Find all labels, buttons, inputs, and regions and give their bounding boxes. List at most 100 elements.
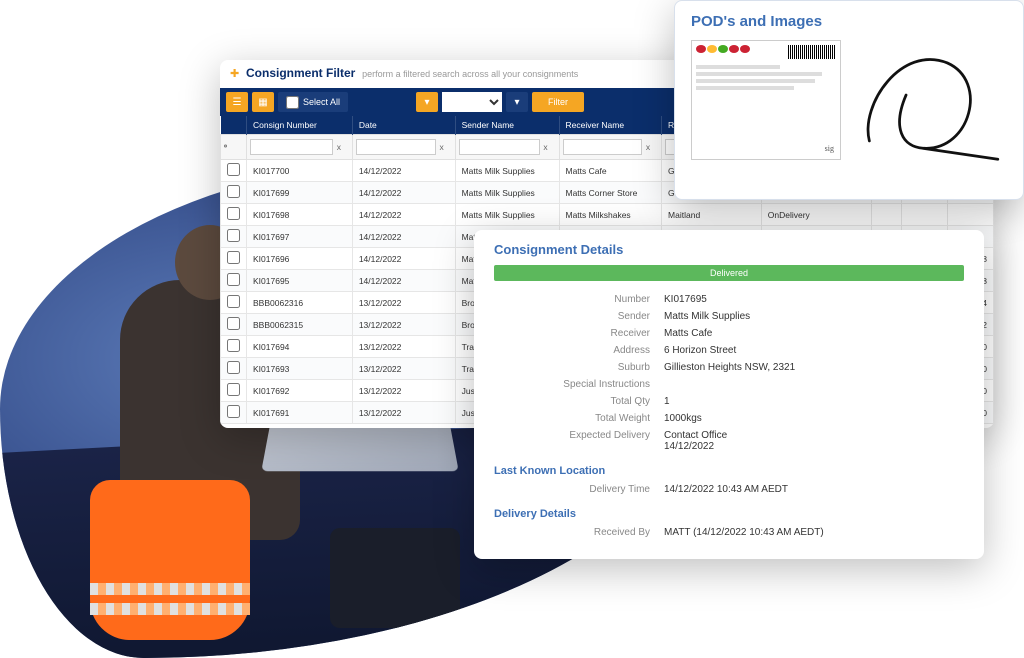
- cell-consign: KI017693: [247, 358, 353, 380]
- pod-title: POD's and Images: [691, 13, 1007, 30]
- cell-status: OnDelivery: [761, 204, 871, 226]
- cell-consign: KI017700: [247, 160, 353, 182]
- plus-icon[interactable]: ✚: [230, 68, 239, 80]
- cell-date: 13/12/2022: [352, 292, 455, 314]
- row-checkbox[interactable]: [227, 273, 240, 286]
- last-known-title: Last Known Location: [494, 465, 964, 477]
- qty-value: 1: [664, 396, 670, 407]
- filter-consign[interactable]: [250, 139, 333, 155]
- cell-date: 14/12/2022: [352, 226, 455, 248]
- cell-sender: Matts Milk Supplies: [455, 160, 559, 182]
- receiver-label: Receiver: [494, 328, 664, 339]
- filter-title: Consignment Filter: [246, 66, 355, 80]
- table-row[interactable]: KI01769814/12/2022Matts Milk SuppliesMat…: [221, 204, 994, 226]
- cell-n3: [948, 204, 994, 226]
- row-checkbox[interactable]: [227, 361, 240, 374]
- sender-label: Sender: [494, 311, 664, 322]
- row-checkbox[interactable]: [227, 163, 240, 176]
- cell-suburb: Maitland: [662, 204, 762, 226]
- row-checkbox[interactable]: [227, 317, 240, 330]
- col-sender[interactable]: Sender Name: [455, 116, 559, 135]
- cell-date: 13/12/2022: [352, 314, 455, 336]
- row-checkbox[interactable]: [227, 229, 240, 242]
- weight-value: 1000kgs: [664, 413, 702, 424]
- pod-document-thumbnail[interactable]: sig: [691, 40, 841, 160]
- col-receiver[interactable]: Receiver Name: [559, 116, 662, 135]
- filter-dropdown[interactable]: [442, 92, 502, 112]
- cell-date: 13/12/2022: [352, 358, 455, 380]
- weight-label: Total Weight: [494, 413, 664, 424]
- cell-consign: KI017697: [247, 226, 353, 248]
- toolbar-dropdown-btn-2[interactable]: ▾: [506, 92, 528, 112]
- signature-image: [851, 40, 1007, 168]
- filter-sender[interactable]: [459, 139, 540, 155]
- number-value: KI017695: [664, 294, 707, 305]
- clear-icon[interactable]: x: [436, 142, 448, 152]
- filter-date[interactable]: [356, 139, 436, 155]
- cell-date: 13/12/2022: [352, 380, 455, 402]
- toolbar-btn-1[interactable]: ☰: [226, 92, 248, 112]
- cell-consign: KI017692: [247, 380, 353, 402]
- number-label: Number: [494, 294, 664, 305]
- row-checkbox[interactable]: [227, 339, 240, 352]
- row-checkbox[interactable]: [227, 207, 240, 220]
- cell-date: 14/12/2022: [352, 182, 455, 204]
- sender-value: Matts Milk Supplies: [664, 311, 750, 322]
- cell-consign: BBB0062315: [247, 314, 353, 336]
- delivery-time-value: 14/12/2022 10:43 AM AEDT: [664, 484, 788, 495]
- row-checkbox[interactable]: [227, 185, 240, 198]
- clear-icon[interactable]: x: [642, 142, 654, 152]
- pod-panel: POD's and Images sig: [674, 0, 1024, 200]
- clear-icon[interactable]: x: [333, 142, 345, 152]
- cell-date: 14/12/2022: [352, 160, 455, 182]
- cell-receiver: Matts Milkshakes: [559, 204, 662, 226]
- toolbar-dropdown-btn[interactable]: ▾: [416, 92, 438, 112]
- clear-icon[interactable]: x: [540, 142, 552, 152]
- bag: [330, 528, 460, 628]
- produce-icons: [696, 45, 750, 59]
- cell-consign: KI017696: [247, 248, 353, 270]
- cell-date: 13/12/2022: [352, 402, 455, 424]
- cell-consign: KI017694: [247, 336, 353, 358]
- cell-date: 14/12/2022: [352, 204, 455, 226]
- received-by-value: MATT (14/12/2022 10:43 AM AEDT): [664, 527, 824, 538]
- row-checkbox[interactable]: [227, 295, 240, 308]
- cell-receiver: Matts Corner Store: [559, 182, 662, 204]
- filter-button[interactable]: Filter: [532, 92, 584, 112]
- details-title: Consignment Details: [494, 242, 964, 257]
- barcode-icon: [788, 45, 836, 59]
- cell-consign: KI017695: [247, 270, 353, 292]
- cell-sender: Matts Milk Supplies: [455, 204, 559, 226]
- address-label: Address: [494, 345, 664, 356]
- doc-lines: [696, 65, 836, 90]
- select-all-checkbox[interactable]: [286, 96, 299, 109]
- filter-subtitle: perform a filtered search across all you…: [362, 69, 578, 79]
- cell-sender: Matts Milk Supplies: [455, 182, 559, 204]
- toolbar-btn-2[interactable]: ▦: [252, 92, 274, 112]
- cell-consign: BBB0062316: [247, 292, 353, 314]
- receiver-value: Matts Cafe: [664, 328, 712, 339]
- col-date[interactable]: Date: [352, 116, 455, 135]
- cell-n2: [902, 204, 948, 226]
- col-consign[interactable]: Consign Number: [247, 116, 353, 135]
- cell-n1: [872, 204, 902, 226]
- address-value: 6 Horizon Street: [664, 345, 736, 356]
- select-all-toggle[interactable]: Select All: [278, 92, 348, 112]
- filter-receiver[interactable]: [563, 139, 643, 155]
- cell-receiver: Matts Cafe: [559, 160, 662, 182]
- cell-date: 14/12/2022: [352, 270, 455, 292]
- cell-consign: KI017698: [247, 204, 353, 226]
- expected-label: Expected Delivery: [494, 430, 664, 452]
- cell-consign: KI017691: [247, 402, 353, 424]
- expected-value: Contact Office 14/12/2022: [664, 430, 727, 452]
- row-checkbox[interactable]: [227, 251, 240, 264]
- row-checkbox[interactable]: [227, 405, 240, 418]
- doc-signature: sig: [825, 144, 834, 153]
- special-label: Special Instructions: [494, 379, 664, 390]
- filter-row-checkbox[interactable]: [224, 138, 227, 154]
- suburb-value: Gillieston Heights NSW, 2321: [664, 362, 795, 373]
- cell-consign: KI017699: [247, 182, 353, 204]
- delivery-time-label: Delivery Time: [494, 484, 664, 495]
- row-checkbox[interactable]: [227, 383, 240, 396]
- safety-vest: [90, 480, 250, 640]
